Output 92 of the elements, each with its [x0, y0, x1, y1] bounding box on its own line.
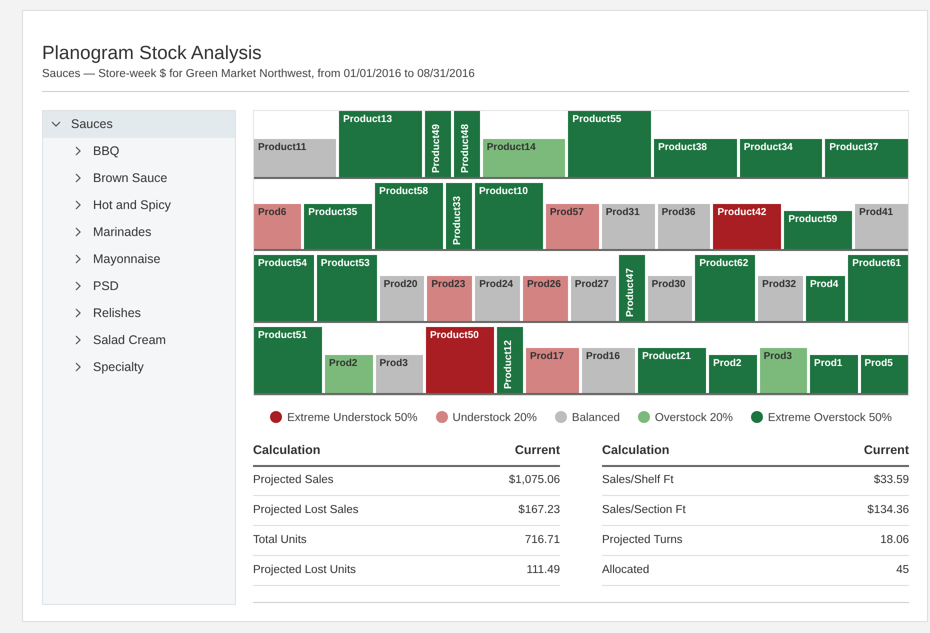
tree-item[interactable]: BBQ — [43, 138, 235, 165]
chevron-right-icon[interactable] — [73, 254, 83, 264]
product-facing[interactable]: Prod1 — [810, 354, 858, 393]
product-facing[interactable]: Prod5 — [860, 354, 908, 393]
product-facing[interactable]: Product37 — [825, 138, 908, 177]
tree-item[interactable]: Specialty — [43, 354, 235, 381]
tree-item[interactable]: Hot and Spicy — [43, 192, 235, 219]
column-header: Calculation — [602, 439, 802, 466]
product-facing[interactable]: Prod3 — [376, 354, 423, 393]
table-cell: $167.23 — [460, 496, 560, 526]
table-cell: $33.59 — [801, 466, 909, 496]
product-facing[interactable]: Prod24 — [475, 276, 520, 321]
table-cell: Sales/Shelf Ft — [602, 466, 802, 496]
legend-label: Balanced — [572, 412, 620, 424]
table-cell: Sales/Section Ft — [602, 496, 802, 526]
product-facing[interactable]: Product48 — [454, 110, 480, 177]
tree-item[interactable]: Mayonnaise — [43, 246, 235, 273]
product-facing[interactable]: Prod32 — [758, 276, 803, 321]
product-facing[interactable]: Prod30 — [648, 276, 692, 321]
chevron-right-icon[interactable] — [73, 335, 83, 346]
product-facing[interactable]: Product14 — [482, 138, 566, 177]
tree-item[interactable]: Marinades — [43, 218, 235, 246]
table-cell: $1,075.06 — [460, 466, 560, 496]
product-facing[interactable]: Product10 — [475, 182, 543, 249]
product-facing[interactable]: Prod20 — [380, 276, 424, 321]
table-cell: Projected Lost Units — [253, 556, 460, 586]
chevron-right-icon[interactable] — [73, 281, 83, 292]
table-cell: 45 — [801, 556, 909, 586]
table-cell: 716.71 — [460, 526, 560, 556]
product-facing[interactable]: Product53 — [316, 254, 377, 321]
legend-label: Overstock 20% — [654, 412, 733, 424]
legend-label: Extreme Overstock 50% — [768, 412, 892, 424]
product-facing[interactable]: Prod26 — [522, 276, 568, 321]
tree-item[interactable]: Relishes — [43, 300, 235, 327]
product-facing[interactable]: Prod23 — [427, 276, 472, 321]
table-cell: Allocated — [602, 556, 802, 586]
chevron-right-icon[interactable] — [73, 308, 83, 318]
table-cell: $134.36 — [801, 496, 909, 526]
column-header: Calculation — [253, 439, 460, 466]
tree-item[interactable]: Salad Cream — [43, 326, 235, 354]
table-cell: 111.49 — [460, 556, 560, 586]
product-facing[interactable]: Product58 — [375, 182, 444, 249]
legend-label: Understock 20% — [452, 412, 537, 424]
product-facing[interactable]: Product47 — [618, 254, 645, 321]
product-facing[interactable]: Prod16 — [582, 348, 636, 393]
product-facing[interactable]: Prod31 — [602, 204, 655, 249]
product-facing[interactable]: Prod6 — [254, 204, 302, 249]
chevron-right-icon[interactable] — [73, 146, 83, 156]
table-cell: Total Units — [253, 526, 460, 556]
product-facing[interactable]: Product21 — [638, 348, 706, 393]
product-facing[interactable]: Prod3 — [760, 348, 808, 393]
product-facing[interactable]: Product11 — [254, 138, 336, 177]
tree-item[interactable]: PSD — [43, 272, 235, 300]
product-facing[interactable]: Product54 — [254, 254, 314, 321]
product-facing[interactable]: Prod2 — [709, 354, 757, 393]
chevron-down-icon[interactable] — [51, 119, 61, 130]
product-facing[interactable]: Product49 — [424, 110, 451, 177]
column-header: Current — [801, 439, 909, 466]
product-facing[interactable]: Product33 — [446, 182, 472, 249]
product-facing[interactable]: Prod41 — [855, 204, 908, 249]
product-facing[interactable]: Product50 — [426, 326, 494, 393]
product-facing[interactable]: Product61 — [848, 254, 908, 321]
table-cell: Projected Lost Sales — [253, 496, 460, 526]
product-facing[interactable]: Prod17 — [526, 348, 580, 393]
product-facing[interactable]: Product62 — [695, 254, 756, 321]
product-facing[interactable]: Product51 — [254, 326, 322, 393]
product-facing[interactable]: Product38 — [654, 138, 737, 177]
legend-label: Extreme Understock 50% — [287, 412, 418, 424]
product-facing[interactable]: Prod36 — [658, 204, 710, 249]
product-facing[interactable]: Product13 — [339, 110, 422, 177]
table-cell: 18.06 — [801, 526, 909, 556]
product-facing[interactable]: Product55 — [568, 110, 652, 177]
chevron-right-icon[interactable] — [73, 173, 83, 184]
product-facing[interactable]: Prod27 — [570, 276, 616, 321]
chevron-right-icon[interactable] — [73, 200, 83, 210]
page-title: Planogram Stock Analysis — [42, 43, 263, 65]
product-facing[interactable]: Product42 — [713, 204, 782, 249]
product-facing[interactable]: Prod4 — [806, 276, 846, 321]
chevron-right-icon[interactable] — [73, 362, 83, 372]
tree-item[interactable]: Sauces — [43, 110, 235, 138]
table-cell: Projected Turns — [602, 526, 802, 556]
column-header: Current — [460, 439, 560, 466]
product-facing[interactable]: Prod2 — [325, 354, 372, 393]
page-subtitle: Sauces — Store-week $ for Green Market Northwest, from 01/01/2016 to 08/31/2016 — [42, 66, 476, 82]
product-facing[interactable]: Product34 — [740, 138, 822, 177]
tree-item[interactable]: Brown Sauce — [43, 164, 235, 192]
product-facing[interactable]: Product12 — [497, 326, 523, 393]
table-cell: Projected Sales — [253, 466, 460, 496]
chevron-right-icon[interactable] — [73, 227, 83, 238]
product-facing[interactable]: Product35 — [304, 204, 372, 249]
product-facing[interactable]: Prod57 — [546, 204, 599, 249]
product-facing[interactable]: Product59 — [784, 210, 852, 249]
